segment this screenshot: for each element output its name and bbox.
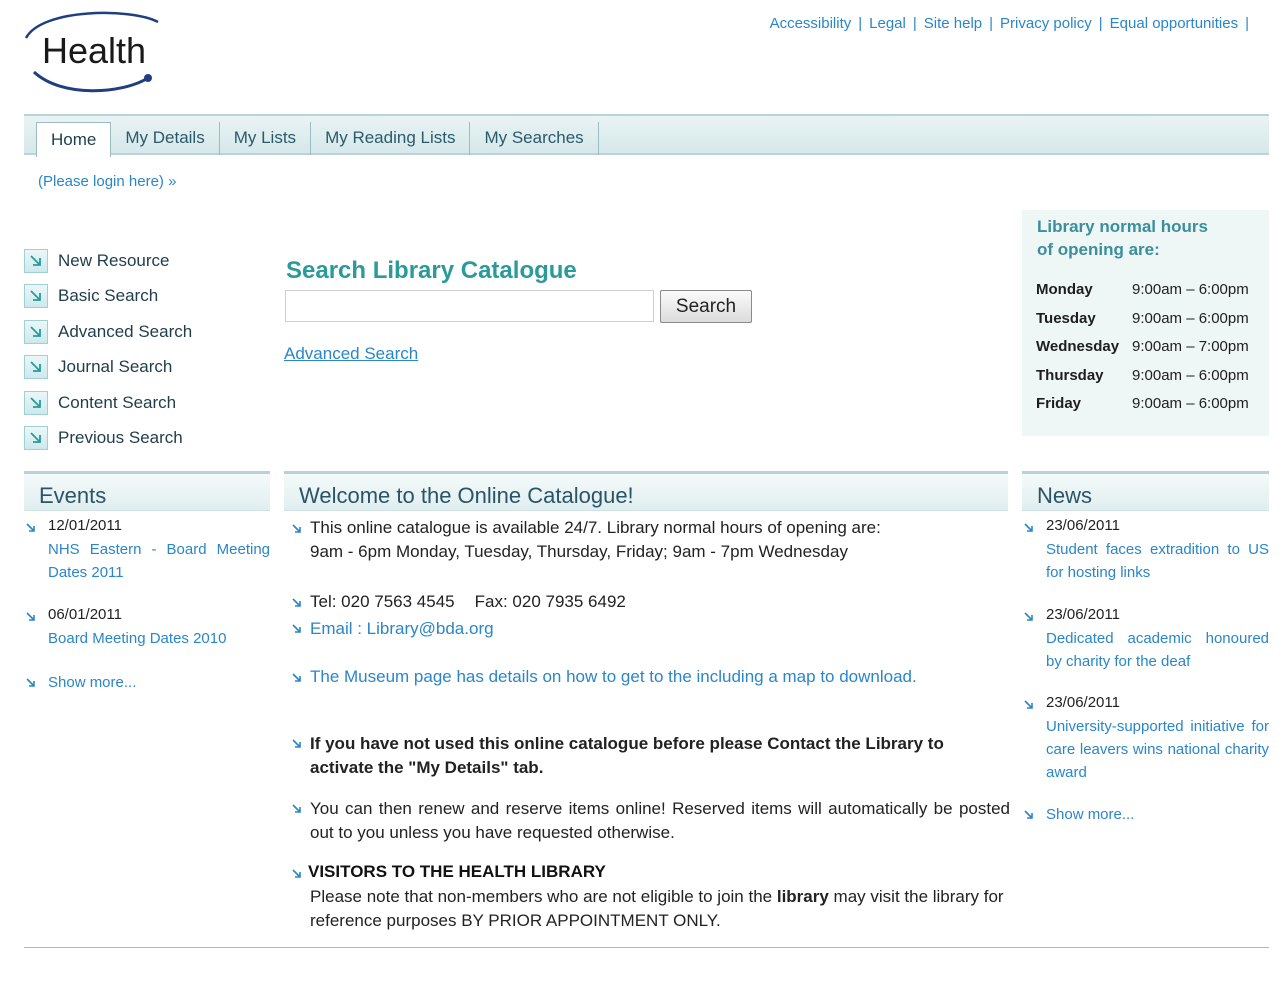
bullet-arrow-icon bbox=[1024, 700, 1034, 710]
events-header: Events bbox=[24, 471, 270, 511]
news-link[interactable]: University-supported initiative for care… bbox=[1046, 715, 1269, 784]
visitors-text: Please note that non-members who are not… bbox=[310, 887, 1004, 930]
menu-item-basic-search[interactable]: Basic Search bbox=[24, 279, 192, 315]
bullet-arrow-icon bbox=[26, 678, 36, 688]
renew-notice: You can then renew and reserve items onl… bbox=[310, 799, 1010, 842]
news-link[interactable]: Dedicated academic honoured by charity f… bbox=[1046, 627, 1269, 673]
tab-my-details[interactable]: My Details bbox=[111, 122, 220, 155]
arrow-down-right-icon bbox=[24, 248, 48, 273]
menu-item-label: Basic Search bbox=[58, 286, 159, 306]
search-title: Search Library Catalogue bbox=[286, 257, 577, 284]
bullet-arrow-icon bbox=[1024, 612, 1034, 622]
bullet-arrow-icon bbox=[26, 612, 36, 622]
menu-item-journal-search[interactable]: Journal Search bbox=[24, 350, 192, 386]
news-date: 23/06/2011 bbox=[1046, 606, 1120, 623]
arrow-down-right-icon bbox=[24, 355, 48, 380]
event-link[interactable]: Board Meeting Dates 2010 bbox=[48, 627, 270, 650]
bullet-arrow-icon bbox=[292, 739, 302, 749]
arrow-down-right-icon bbox=[24, 426, 48, 451]
arrow-down-right-icon bbox=[24, 390, 48, 415]
news-link[interactable]: Student faces extradition to US for host… bbox=[1046, 538, 1269, 584]
bullet-arrow-icon bbox=[292, 673, 302, 683]
news-date: 23/06/2011 bbox=[1046, 517, 1120, 534]
bullet-arrow-icon bbox=[26, 523, 36, 533]
accessibility-link[interactable]: Accessibility bbox=[770, 15, 852, 32]
event-date: 06/01/2011 bbox=[48, 606, 122, 623]
advanced-search-link[interactable]: Advanced Search bbox=[284, 344, 418, 364]
news-show-more-link[interactable]: Show more... bbox=[1046, 803, 1269, 826]
hours-row: Wednesday 9:00am – 7:00pm bbox=[1036, 338, 1249, 355]
menu-item-label: Advanced Search bbox=[58, 321, 193, 341]
menu-item-label: Content Search bbox=[58, 392, 177, 412]
menu-item-content-search[interactable]: Content Search bbox=[24, 385, 192, 421]
welcome-hours-text: This online catalogue is available 24/7.… bbox=[310, 518, 881, 561]
footer-divider bbox=[24, 947, 1269, 948]
bullet-arrow-icon bbox=[292, 624, 302, 634]
visitors-title: VISITORS TO THE HEALTH LIBRARY bbox=[308, 862, 606, 881]
hours-row: Tuesday 9:00am – 6:00pm bbox=[1036, 309, 1249, 327]
main-nav: Home My Details My Lists My Reading List… bbox=[24, 114, 1269, 157]
bullet-arrow-icon bbox=[292, 524, 302, 534]
menu-item-new-resource[interactable]: New Resource bbox=[24, 243, 192, 279]
utility-links: Accessibility | Legal | Site help | Privacy… bbox=[769, 15, 1249, 32]
tab-my-searches[interactable]: My Searches bbox=[470, 122, 599, 155]
menu-item-advanced-search[interactable]: Advanced Search bbox=[24, 314, 192, 350]
menu-item-label: Journal Search bbox=[58, 357, 173, 377]
search-input[interactable] bbox=[285, 290, 654, 322]
privacy-policy-link[interactable]: Privacy policy bbox=[1000, 15, 1092, 32]
bullet-arrow-icon bbox=[292, 804, 302, 814]
bullet-arrow-icon bbox=[1024, 523, 1034, 533]
logo-text: Health bbox=[42, 30, 147, 71]
event-date: 12/01/2011 bbox=[48, 517, 122, 534]
contact-phone-text: Tel: 020 7563 4545 Fax: 020 7935 6492 bbox=[310, 592, 626, 611]
search-button[interactable]: Search bbox=[660, 290, 752, 323]
arrow-down-right-icon bbox=[24, 319, 48, 344]
events-show-more-link[interactable]: Show more... bbox=[48, 671, 270, 694]
news-header: News bbox=[1022, 471, 1269, 511]
opening-hours-box: Library normal hours of opening are: Mon… bbox=[1022, 210, 1269, 436]
hours-row: Friday 9:00am – 6:00pm bbox=[1036, 395, 1249, 412]
menu-item-label: Previous Search bbox=[58, 428, 183, 448]
activation-notice: If you have not used this online catalog… bbox=[310, 734, 944, 777]
legal-link[interactable]: Legal bbox=[869, 15, 906, 32]
tab-home[interactable]: Home bbox=[36, 122, 112, 157]
tab-my-reading-lists[interactable]: My Reading Lists bbox=[311, 122, 471, 155]
hours-title: Library normal hours of opening are: bbox=[1037, 217, 1208, 259]
hours-row: Thursday 9:00am – 6:00pm bbox=[1036, 366, 1249, 384]
museum-link[interactable]: The Museum page has details on how to ge… bbox=[310, 665, 922, 689]
login-link[interactable]: (Please login here) » bbox=[38, 173, 176, 190]
welcome-header: Welcome to the Online Catalogue! bbox=[284, 471, 1008, 511]
tab-my-lists[interactable]: My Lists bbox=[220, 122, 312, 155]
site-help-link[interactable]: Site help bbox=[924, 15, 982, 32]
menu-item-label: New Resource bbox=[58, 250, 170, 270]
bullet-arrow-icon bbox=[1024, 810, 1034, 820]
menu-item-previous-search[interactable]: Previous Search bbox=[24, 421, 192, 457]
news-date: 23/06/2011 bbox=[1046, 694, 1120, 711]
arrow-down-right-icon bbox=[24, 284, 48, 309]
bullet-arrow-icon bbox=[292, 869, 302, 879]
hours-row: Monday 9:00am – 6:00pm bbox=[1036, 281, 1249, 298]
site-logo[interactable]: Health bbox=[22, 10, 164, 96]
email-link[interactable]: Email : Library@bda.org bbox=[310, 617, 1010, 641]
event-link[interactable]: NHS Eastern - Board Meeting Dates 2011 bbox=[48, 538, 270, 584]
search-menu: New Resource Basic Search Advanced Searc… bbox=[24, 243, 192, 456]
hours-table: Monday 9:00am – 6:00pm Tuesday 9:00am – 6:… bbox=[1036, 281, 1249, 424]
bullet-arrow-icon bbox=[292, 598, 302, 608]
equal-opportunities-link[interactable]: Equal opportunities bbox=[1110, 15, 1238, 32]
